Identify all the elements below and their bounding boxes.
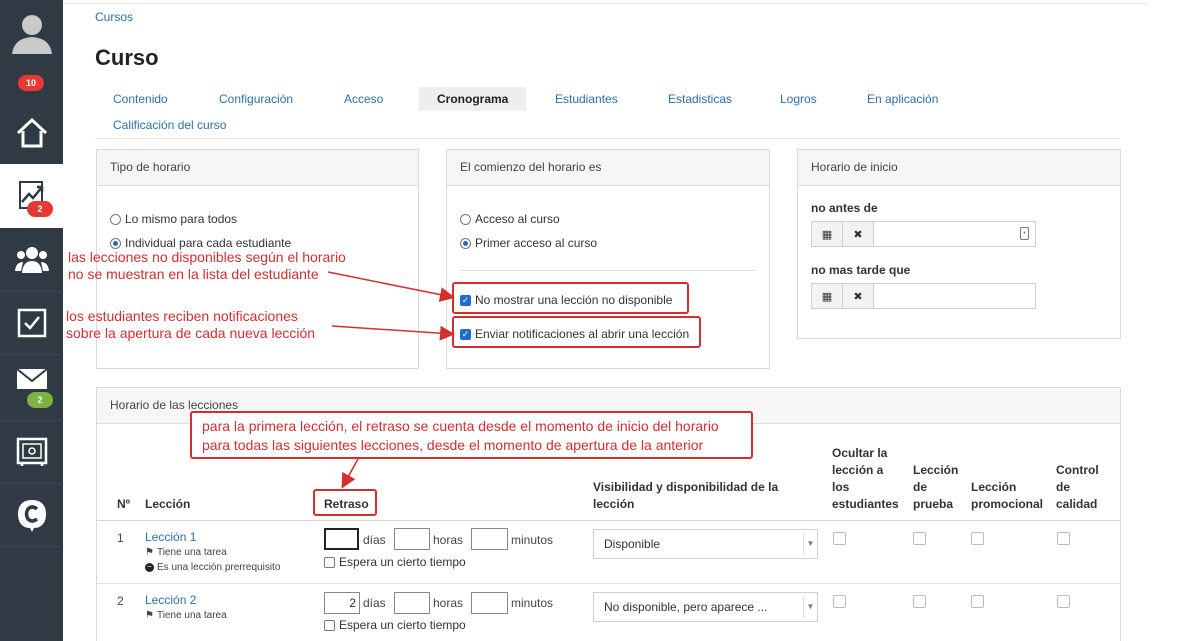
arrow-hide xyxy=(327,271,455,302)
annotation-arrows xyxy=(327,271,455,489)
arrow-delay xyxy=(341,458,359,489)
arrow-notifications xyxy=(331,325,455,341)
